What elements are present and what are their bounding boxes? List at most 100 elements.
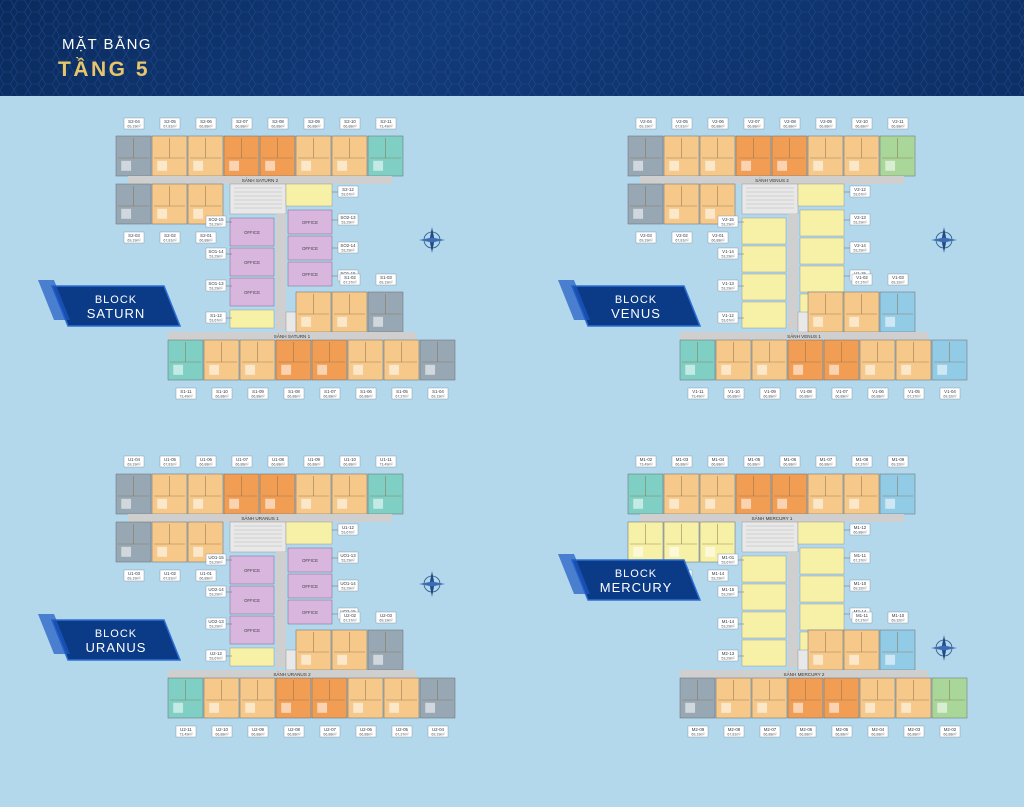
unit-room bbox=[793, 364, 804, 375]
unit-code: U1-07 bbox=[236, 457, 249, 462]
unit-area: 66,88m² bbox=[287, 395, 301, 399]
unit-room bbox=[353, 702, 364, 713]
unit-code: M2-04 bbox=[872, 727, 885, 732]
unit-area: 69,19m² bbox=[379, 281, 393, 285]
unit-code: V2-01 bbox=[712, 233, 724, 238]
core-stairs bbox=[741, 183, 799, 215]
unit-room bbox=[173, 702, 184, 713]
unit-code: M1-09 bbox=[892, 457, 905, 462]
lobby-top-label: SẢNH URANUS 1 bbox=[241, 515, 279, 521]
core-stairs bbox=[229, 521, 287, 553]
unit-area: 66,88m² bbox=[835, 733, 849, 737]
compass-needle bbox=[419, 237, 445, 243]
unit-area: 53,67m² bbox=[721, 319, 735, 323]
unit-area: 53,29m² bbox=[209, 625, 223, 629]
unit-code: V1-02 bbox=[856, 275, 868, 280]
unit-room bbox=[669, 498, 680, 509]
block-label-prefix: BLOCK bbox=[615, 294, 657, 306]
unit-area: 66,88m² bbox=[763, 395, 777, 399]
core-unit bbox=[797, 521, 845, 545]
unit-room bbox=[813, 498, 824, 509]
unit-room bbox=[721, 702, 732, 713]
unit-room bbox=[193, 208, 204, 219]
unit-area: 69,19m² bbox=[639, 239, 653, 243]
unit-area: 69,19m² bbox=[691, 733, 705, 737]
unit-code: S2-09 bbox=[308, 119, 320, 124]
unit-area: 66,88m² bbox=[711, 125, 725, 129]
unit-code: U1-12 bbox=[342, 525, 355, 530]
unit-code: M2-05 bbox=[836, 727, 849, 732]
unit-room bbox=[317, 364, 328, 375]
core-apartment bbox=[741, 301, 787, 329]
unit-room bbox=[829, 702, 840, 713]
unit-room bbox=[173, 364, 184, 375]
lobby-top-label: SẢNH MERCURY 1 bbox=[752, 515, 793, 521]
block-banner: BLOCKVENUS bbox=[558, 280, 702, 327]
unit-code: V2-03 bbox=[640, 233, 652, 238]
block-name: URANUS bbox=[86, 640, 147, 655]
unit-code: S2-02 bbox=[164, 233, 176, 238]
unit-area: 73,49m² bbox=[691, 395, 705, 399]
unit-room bbox=[849, 316, 860, 327]
unit-area: 53,29m² bbox=[721, 625, 735, 629]
unit-area: 66,88m² bbox=[747, 125, 761, 129]
unit-room bbox=[757, 364, 768, 375]
unit-area: 66,88m² bbox=[307, 125, 321, 129]
unit-code: U2-12 bbox=[210, 651, 223, 656]
unit-room bbox=[937, 364, 948, 375]
unit-code: SO1-14 bbox=[208, 249, 224, 254]
block-banner: BLOCKSATURN bbox=[38, 280, 182, 327]
unit-room bbox=[633, 208, 644, 219]
unit-room bbox=[885, 160, 896, 171]
unit-code: U2-10 bbox=[216, 727, 229, 732]
unit-code: M2-02 bbox=[944, 727, 957, 732]
unit-room bbox=[337, 654, 348, 665]
unit-area: 69,19m² bbox=[379, 619, 393, 623]
unit-code: V2-13 bbox=[854, 215, 866, 220]
unit-room bbox=[865, 364, 876, 375]
unit-code: U2-03 bbox=[380, 613, 393, 618]
floor-plans: S2-04 69,19m² S2-05 67,81m² S2-06 66,88m² S2-0… bbox=[0, 96, 1024, 807]
unit-code: V1-05 bbox=[908, 389, 920, 394]
unit-room bbox=[281, 364, 292, 375]
unit-room bbox=[937, 702, 948, 713]
unit-room bbox=[157, 546, 168, 557]
unit-area: 66,88m² bbox=[747, 463, 761, 467]
unit-area: 66,88m² bbox=[199, 463, 213, 467]
unit-code: M1-01 bbox=[722, 555, 735, 560]
unit-area: 67,81m² bbox=[727, 733, 741, 737]
unit-code: S2-12 bbox=[342, 187, 354, 192]
unit-room bbox=[813, 160, 824, 171]
unit-code: M1-15 bbox=[722, 587, 735, 592]
core-apartment bbox=[799, 237, 845, 265]
unit-code: S1-05 bbox=[396, 389, 408, 394]
unit-room bbox=[373, 654, 384, 665]
unit-room bbox=[721, 364, 732, 375]
unit-area: 66,88m² bbox=[943, 733, 957, 737]
unit-area: 66,88m² bbox=[799, 395, 813, 399]
unit-code: S2-03 bbox=[128, 233, 140, 238]
page-header: MẶT BẰNG TẦNG 5 bbox=[0, 0, 1024, 96]
core-corridor bbox=[788, 552, 798, 668]
core-corridor bbox=[276, 552, 286, 668]
unit-room bbox=[705, 160, 716, 171]
unit-room bbox=[633, 160, 644, 171]
unit-code: M2-13 bbox=[722, 651, 735, 656]
unit-code: S1-12 bbox=[210, 313, 222, 318]
unit-room bbox=[373, 160, 384, 171]
unit-code: U1-10 bbox=[344, 457, 357, 462]
unit-room bbox=[685, 702, 696, 713]
unit-code: S1-11 bbox=[180, 389, 192, 394]
unit-room bbox=[885, 316, 896, 327]
unit-area: 69,19m² bbox=[639, 125, 653, 129]
unit-room bbox=[265, 160, 276, 171]
unit-room bbox=[229, 498, 240, 509]
unit-room bbox=[245, 364, 256, 375]
unit-area: 66,88m² bbox=[871, 733, 885, 737]
office-label: OFFICE bbox=[302, 220, 318, 225]
unit-area: 67,37m² bbox=[343, 281, 357, 285]
unit-code: U2-02 bbox=[344, 613, 357, 618]
unit-area: 53,29m² bbox=[341, 587, 355, 591]
unit-room bbox=[633, 546, 644, 557]
compass-icon bbox=[931, 227, 957, 253]
